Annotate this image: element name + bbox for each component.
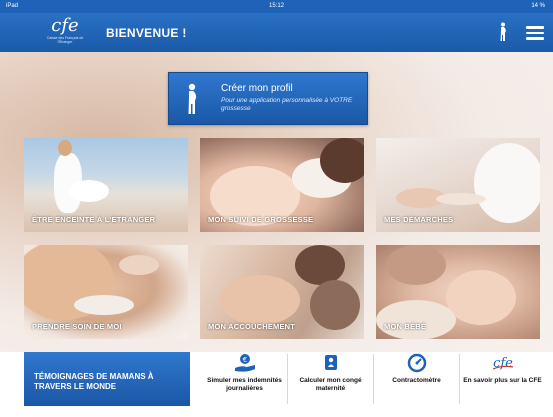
cfe-logo[interactable]: cfe Caisse des Français de l'Étranger <box>40 17 90 49</box>
maternity-leave-button[interactable]: Calculer mon congé maternité <box>288 352 373 406</box>
tile-my-baby[interactable]: MON BÉBÉ <box>376 245 540 339</box>
tile-self-care[interactable]: PRENDRE SOIN DE MOI <box>24 245 188 339</box>
tile-label: PRENDRE SOIN DE MOI <box>32 322 122 331</box>
bottom-bar: TÉMOIGNAGES DE MAMANS À TRAVERS LE MONDE… <box>0 352 553 417</box>
tile-label: MON BÉBÉ <box>384 322 427 331</box>
pregnant-woman-icon <box>188 83 197 114</box>
tile-label: ÊTRE ENCEINTE À L'ÉTRANGER <box>32 215 156 224</box>
status-time: 15:12 <box>268 3 285 9</box>
contraction-meter-label: Contractomètre <box>392 377 441 384</box>
about-cfe-button[interactable]: cfe En savoir plus sur la CFE <box>460 352 545 406</box>
svg-text:€: € <box>242 356 246 364</box>
logo-mark: cfe <box>51 15 79 36</box>
simulate-allowances-label: Simuler mes indemnités journalières <box>207 377 282 392</box>
pregnant-woman-icon[interactable] <box>498 22 508 42</box>
tile-pregnancy-followup[interactable]: MON SUIVI DE GROSSESSE <box>200 138 364 232</box>
simulate-allowances-button[interactable]: € Simuler mes indemnités journalières <box>202 352 287 406</box>
status-bar: iPad 15:12 14 % <box>0 0 553 13</box>
cfe-logo-icon: cfe <box>492 356 513 371</box>
calendar-person-icon <box>324 355 337 370</box>
about-cfe-label: En savoir plus sur la CFE <box>463 377 542 384</box>
tile-label: MES DÉMARCHES <box>384 215 454 224</box>
gauge-icon <box>407 353 426 373</box>
tile-childbirth[interactable]: MON ACCOUCHEMENT <box>200 245 364 339</box>
create-profile-title: Créer mon profil <box>221 83 293 94</box>
create-profile-subtitle: Pour une application personnalisée à VOT… <box>221 97 353 112</box>
tile-pregnant-abroad[interactable]: ÊTRE ENCEINTE À L'ÉTRANGER <box>24 138 188 232</box>
contraction-meter-button[interactable]: Contractomètre <box>374 352 459 406</box>
logo-subtitle: Caisse des Français de l'Étranger <box>46 36 84 44</box>
nav-bar: cfe Caisse des Français de l'Étranger BI… <box>0 13 553 52</box>
device-label: iPad <box>6 3 19 9</box>
page-title: BIENVENUE ! <box>106 26 187 40</box>
testimonials-button[interactable]: TÉMOIGNAGES DE MAMANS À TRAVERS LE MONDE <box>24 352 190 406</box>
create-profile-button[interactable]: Créer mon profil Pour une application pe… <box>168 72 368 125</box>
maternity-leave-label: Calculer mon congé maternité <box>299 377 362 392</box>
testimonials-label: TÉMOIGNAGES DE MAMANS À TRAVERS LE MONDE <box>34 372 154 391</box>
battery-level: 14 % <box>531 3 545 9</box>
svg-text:cfe: cfe <box>493 356 513 371</box>
euro-hand-icon: € <box>234 354 255 372</box>
tile-label: MON ACCOUCHEMENT <box>208 322 296 331</box>
tile-procedures[interactable]: MES DÉMARCHES <box>376 138 540 232</box>
tile-label: MON SUIVI DE GROSSESSE <box>208 215 314 224</box>
hamburger-menu-icon[interactable] <box>526 26 544 40</box>
